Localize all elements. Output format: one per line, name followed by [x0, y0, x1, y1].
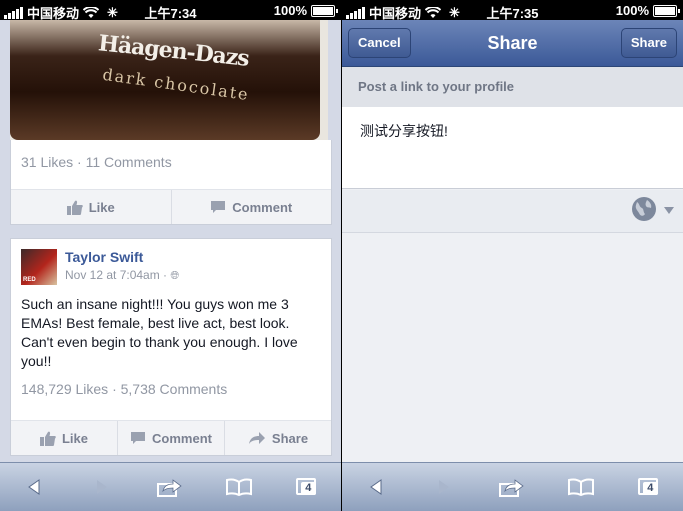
browser-toolbar: 4: [0, 462, 341, 511]
bookmarks-button[interactable]: [561, 470, 601, 504]
tabs-icon: 4: [295, 478, 318, 496]
comment-button[interactable]: Comment: [172, 190, 332, 224]
battery-icon: [311, 4, 338, 17]
share-arrow-icon: [248, 432, 265, 444]
status-bar: 中国移动 ✳ 上午7:34 100%: [0, 0, 341, 21]
post-actions: Like Comment Share: [11, 420, 331, 455]
author-name[interactable]: Taylor Swift: [65, 249, 179, 265]
tabs-count: 4: [642, 482, 658, 495]
comment-bubble-icon: [131, 432, 146, 444]
thumbs-up-icon: [66, 200, 83, 215]
status-bar: 中国移动 ✳ 上午7:35 100%: [342, 0, 683, 21]
post-card-1: 31 Likes · 11 Comments Like Comment: [10, 140, 332, 225]
post-stats[interactable]: 148,729 Likes · 5,738 Comments: [11, 381, 331, 397]
post-meta: Nov 12 at 7:04am · 🌐︎: [65, 268, 179, 283]
share-button[interactable]: Share: [225, 421, 331, 455]
like-button[interactable]: Like: [11, 190, 172, 224]
bookmarks-button[interactable]: [219, 470, 259, 504]
comment-label: Comment: [232, 199, 293, 215]
browser-toolbar: 4: [342, 462, 683, 511]
action-button[interactable]: [150, 470, 190, 504]
action-share-icon: [157, 479, 183, 497]
bookmarks-icon: [225, 478, 252, 496]
bookmarks-icon: [567, 478, 594, 496]
share-submit-button[interactable]: Share: [620, 28, 677, 58]
tabs-count: 4: [300, 482, 316, 495]
back-arrow-icon: [370, 479, 382, 495]
globe-icon: [632, 197, 656, 221]
post-text: Such an insane night!!! You guys won me …: [21, 296, 298, 369]
right-screen: 中国移动 ✳ 上午7:35 100% Cancel Share Share Po…: [342, 0, 683, 511]
battery-icon: [653, 4, 680, 17]
chevron-down-icon: [664, 207, 674, 214]
globe-icon: 🌐︎: [170, 270, 180, 282]
share-navbar: Cancel Share Share: [342, 20, 683, 67]
share-message-input[interactable]: 测试分享按钮!: [342, 107, 683, 189]
tabs-button[interactable]: 4: [287, 470, 327, 504]
left-screen: 中国移动 ✳ 上午7:34 100% Häagen-Dazs dark choc…: [0, 0, 341, 511]
forward-button[interactable]: [424, 470, 464, 504]
forward-arrow-icon: [97, 480, 108, 494]
action-button[interactable]: [492, 470, 532, 504]
battery-percent: 100%: [615, 3, 649, 18]
tabs-button[interactable]: 4: [629, 470, 669, 504]
comment-label: Comment: [152, 430, 212, 446]
post-actions: Like Comment: [11, 189, 331, 224]
like-label: Like: [88, 199, 115, 215]
post-link-header: Post a link to your profile: [342, 67, 683, 107]
thumbs-up-icon: [39, 431, 56, 446]
post-photo[interactable]: Häagen-Dazs dark chocolate: [10, 20, 328, 140]
comment-button[interactable]: Comment: [118, 421, 225, 455]
like-label: Like: [61, 430, 88, 446]
avatar[interactable]: RED: [21, 249, 57, 285]
privacy-selector[interactable]: [342, 190, 683, 233]
forward-arrow-icon: [439, 480, 450, 494]
share-label: Share: [271, 430, 309, 446]
post-card-2: RED Taylor Swift Nov 12 at 7:04am · 🌐︎ S…: [10, 238, 332, 456]
post-timestamp[interactable]: Nov 12 at 7:04am ·: [65, 268, 167, 282]
back-button[interactable]: [356, 470, 396, 504]
post-header: RED Taylor Swift Nov 12 at 7:04am · 🌐︎: [11, 239, 331, 295]
back-button[interactable]: [14, 470, 54, 504]
like-button[interactable]: Like: [11, 421, 118, 455]
forward-button[interactable]: [82, 470, 122, 504]
comment-bubble-icon: [211, 201, 226, 213]
back-arrow-icon: [28, 479, 40, 495]
tabs-icon: 4: [637, 478, 660, 496]
action-share-icon: [499, 479, 525, 497]
post-stats[interactable]: 31 Likes · 11 Comments: [11, 154, 331, 170]
battery-percent: 100%: [273, 3, 307, 18]
